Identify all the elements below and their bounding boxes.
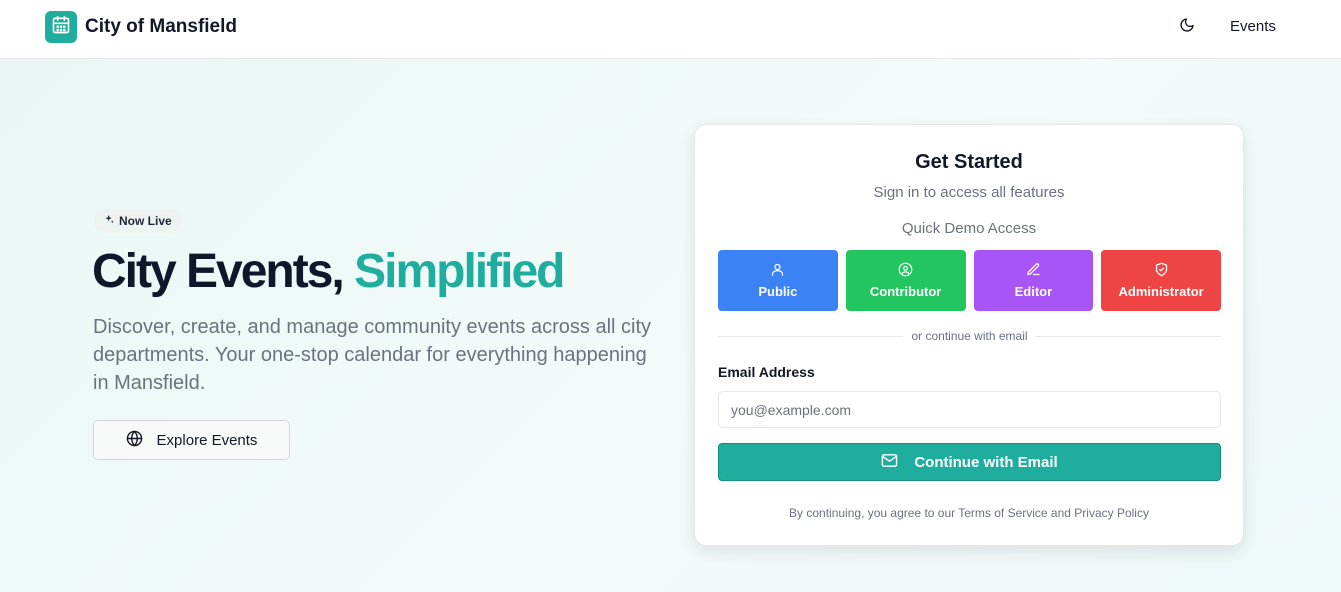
contributor-role-button[interactable]: Contributor	[845, 250, 966, 311]
email-field[interactable]	[718, 391, 1221, 428]
administrator-role-button[interactable]: Administrator	[1101, 250, 1221, 311]
user-circle-icon	[898, 262, 913, 280]
divider-line	[1035, 335, 1221, 337]
sign-in-card: Get Started Sign in to access all featur…	[694, 124, 1244, 546]
continue-with-email-button[interactable]: Continue with Email	[718, 443, 1221, 481]
email-divider: or continue with email	[718, 327, 1221, 345]
demo-access-label: Quick Demo Access	[901, 220, 1037, 237]
editor-role-button[interactable]: Editor	[973, 250, 1094, 311]
email-field-label: Email Address	[718, 364, 815, 380]
mail-icon	[881, 452, 898, 473]
brand-name[interactable]: City of Mansfield	[85, 16, 237, 38]
status-badge: Now Live	[94, 209, 182, 233]
badge-label: Now Live	[119, 214, 172, 228]
explore-events-label: Explore Events	[156, 431, 258, 449]
public-role-button[interactable]: Public	[718, 250, 838, 311]
globe-icon	[126, 430, 143, 451]
hero-title: City Events, Simplified	[92, 244, 565, 299]
logo[interactable]	[45, 11, 77, 43]
user-icon	[770, 262, 785, 280]
theme-toggle-button[interactable]	[1176, 16, 1198, 38]
public-role-label: Public	[758, 284, 798, 299]
demo-role-buttons: Public Contributor Editor Administrator	[718, 250, 1221, 311]
top-navbar: City of Mansfield Events	[0, 0, 1341, 59]
card-subtitle: Sign in to access all features	[873, 184, 1065, 201]
hero-title-main: City Events,	[92, 245, 345, 298]
divider-line	[718, 335, 904, 337]
shield-icon	[1154, 262, 1169, 280]
editor-role-label: Editor	[1014, 284, 1053, 299]
explore-events-button[interactable]: Explore Events	[93, 420, 290, 460]
contributor-role-label: Contributor	[869, 284, 942, 299]
hero-description: Discover, create, and manage community e…	[93, 316, 652, 394]
card-title: Get Started	[915, 151, 1023, 173]
sparkles-icon	[104, 214, 115, 228]
terms-notice: By continuing, you agree to our Terms of…	[789, 506, 1149, 520]
administrator-role-label: Administrator	[1118, 284, 1204, 299]
pencil-icon	[1026, 262, 1041, 280]
divider-text: or continue with email	[911, 329, 1028, 343]
continue-with-email-label: Continue with Email	[914, 453, 1058, 471]
moon-icon	[1179, 17, 1195, 38]
calendar-icon	[51, 15, 71, 40]
hero-title-accent: Simplified	[354, 245, 565, 298]
nav-events-link[interactable]: Events	[1230, 18, 1276, 35]
